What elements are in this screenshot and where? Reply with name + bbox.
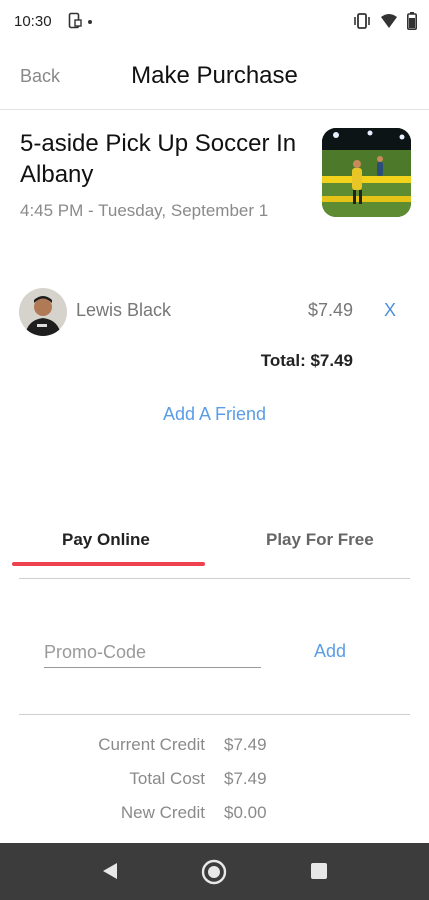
tab-pay-online[interactable]: Pay Online xyxy=(62,530,150,550)
status-bar: 10:30 xyxy=(0,0,429,44)
app-header: Back Make Purchase xyxy=(0,44,429,110)
nav-home-icon[interactable] xyxy=(201,859,227,890)
event-title: 5-aside Pick Up Soccer In Albany xyxy=(20,130,297,188)
event-datetime: 4:45 PM - Tuesday, September 1 xyxy=(20,201,269,220)
tabs-divider xyxy=(19,578,410,579)
new-credit-value: $0.00 xyxy=(224,803,267,822)
new-credit-label: New Credit xyxy=(120,803,205,822)
nav-back-icon[interactable] xyxy=(100,861,120,886)
battery-icon xyxy=(407,12,417,35)
status-time: 10:30 xyxy=(14,13,52,30)
system-nav-bar xyxy=(0,843,429,900)
nav-recent-apps-icon[interactable] xyxy=(310,862,328,885)
promo-code-input[interactable] xyxy=(44,638,261,668)
total-cost-value: $7.49 xyxy=(224,769,267,788)
total-amount: Total: $7.49 xyxy=(260,351,353,370)
avatar xyxy=(19,288,67,336)
add-friend-button[interactable]: Add A Friend xyxy=(0,404,429,425)
remove-attendee-button[interactable]: X xyxy=(384,300,396,321)
screenshot-notification-icon xyxy=(68,12,82,35)
promo-divider xyxy=(19,714,410,715)
promo-add-button[interactable]: Add xyxy=(314,641,346,662)
event-thumbnail xyxy=(322,128,411,217)
wifi-icon xyxy=(380,13,398,34)
current-credit-value: $7.49 xyxy=(224,735,267,754)
tab-play-for-free[interactable]: Play For Free xyxy=(266,530,374,550)
total-cost-label: Total Cost xyxy=(129,769,205,788)
vibrate-icon xyxy=(353,13,371,34)
status-icons xyxy=(353,12,417,35)
attendee-price: $7.49 xyxy=(307,300,353,320)
page-title: Make Purchase xyxy=(131,62,298,89)
attendee-name: Lewis Black xyxy=(76,300,172,320)
notification-dot xyxy=(88,20,92,24)
active-tab-indicator xyxy=(12,562,205,566)
current-credit-label: Current Credit xyxy=(98,735,205,754)
